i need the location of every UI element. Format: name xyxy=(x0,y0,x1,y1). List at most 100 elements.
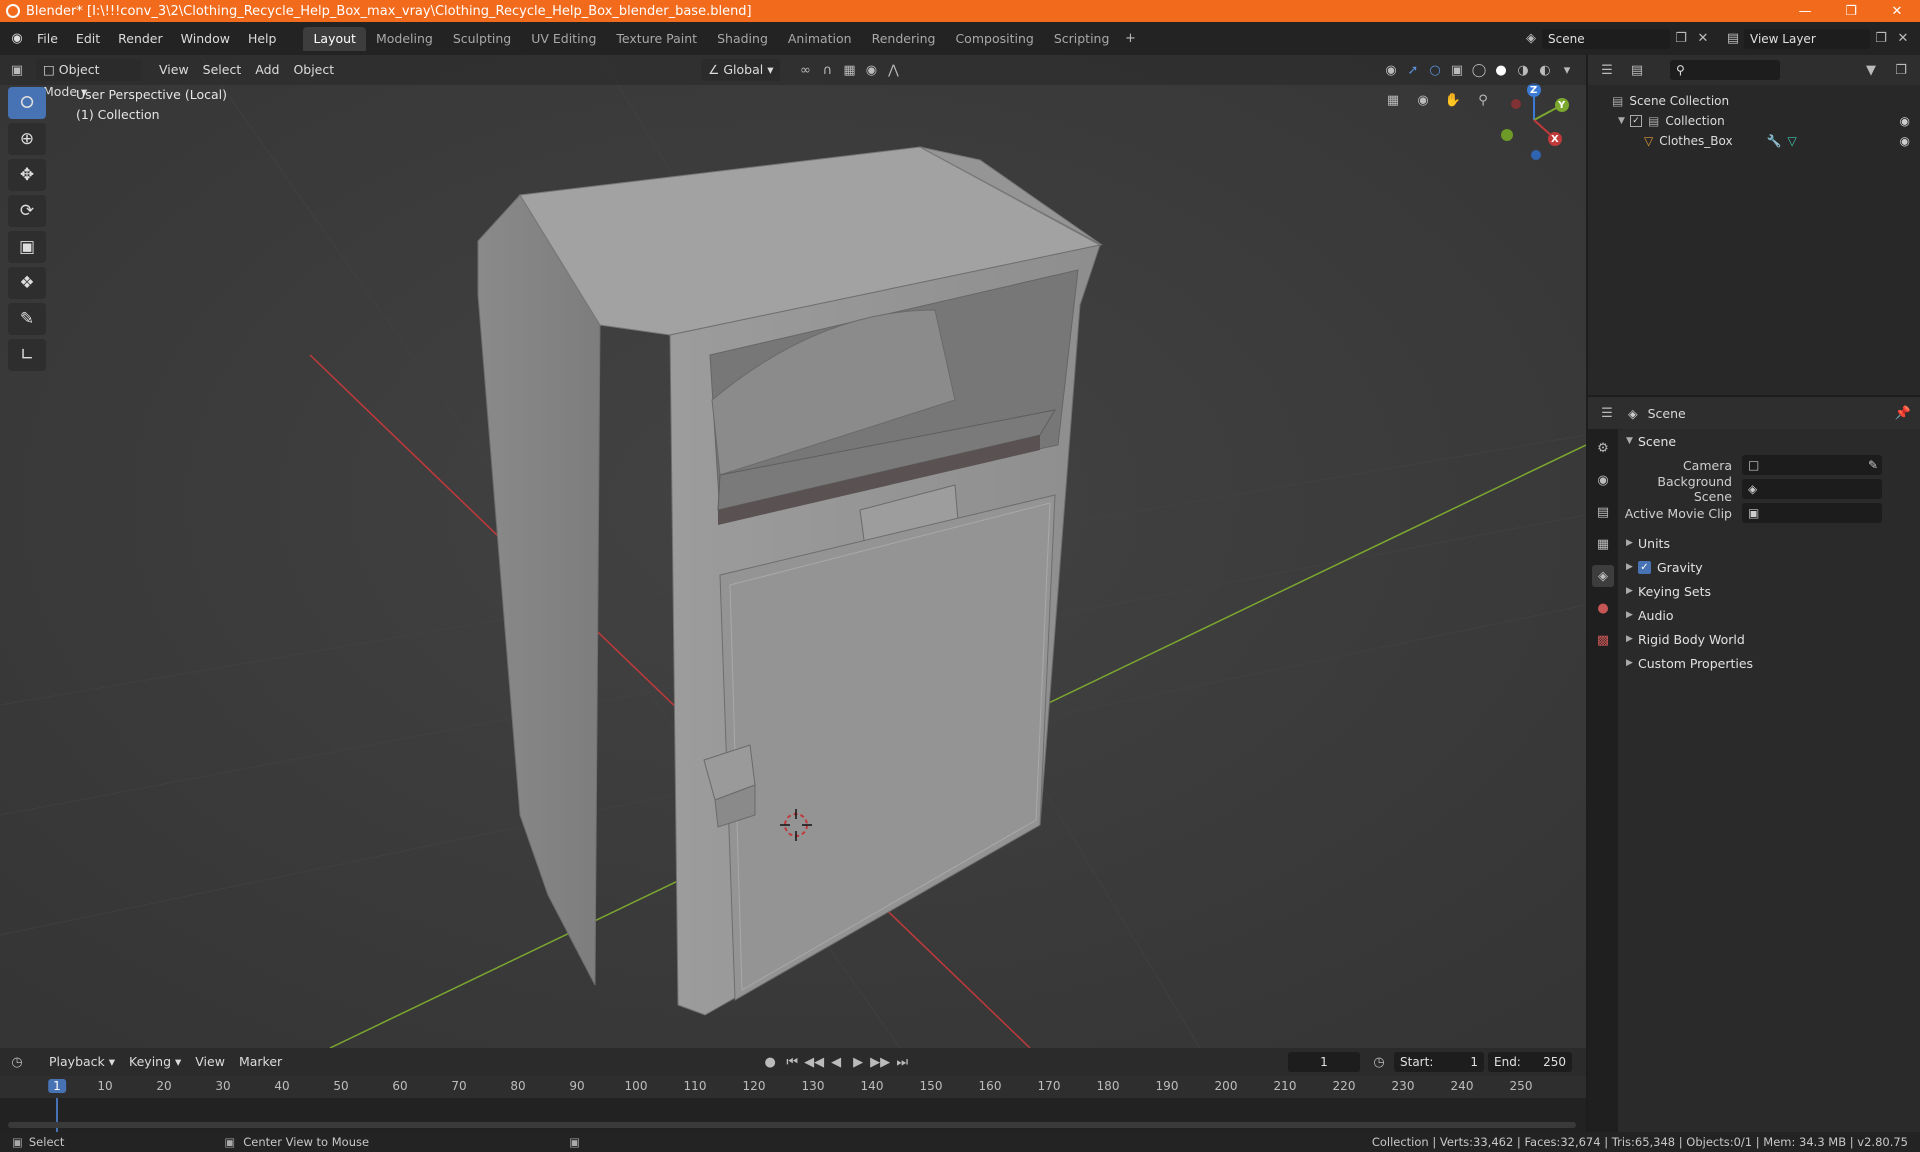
play-icon[interactable]: ▶ xyxy=(847,1051,869,1073)
tool-tab-icon[interactable]: ⚙ xyxy=(1592,437,1614,459)
menu-marker[interactable]: Marker xyxy=(232,1051,289,1073)
mesh-data-icon[interactable]: ▽ xyxy=(1788,134,1797,148)
new-collection-icon[interactable]: ❐ xyxy=(1890,59,1912,81)
tab-shading[interactable]: Shading xyxy=(707,27,778,51)
zoom-icon[interactable]: ⚲ xyxy=(1472,89,1494,111)
jump-end-icon[interactable]: ⏭ xyxy=(891,1051,913,1073)
snap-icon[interactable]: ∩ xyxy=(816,59,838,81)
menu-select[interactable]: Select xyxy=(196,59,249,81)
keying-sets-panel-header[interactable]: ▶ Keying Sets xyxy=(1618,579,1920,603)
scene-selector-icon[interactable]: ◈ xyxy=(1520,28,1542,50)
falloff-icon[interactable]: ⋀ xyxy=(882,59,904,81)
outliner-editor-type-icon[interactable]: ☰ xyxy=(1596,59,1618,81)
rotate-tool-icon[interactable]: ⟳ xyxy=(8,195,46,227)
camera-view-icon[interactable]: ◉ xyxy=(1412,89,1434,111)
menu-object[interactable]: Object xyxy=(286,59,341,81)
active-movie-clip-field[interactable]: ▣ xyxy=(1742,503,1882,523)
tab-texture-paint[interactable]: Texture Paint xyxy=(606,27,707,51)
new-scene-icon[interactable]: ❐ xyxy=(1670,28,1692,50)
audio-panel-header[interactable]: ▶ Audio xyxy=(1618,603,1920,627)
snap-target-icon[interactable]: ▦ xyxy=(838,59,860,81)
object-visibility-icon[interactable]: ◉ xyxy=(1900,134,1910,148)
record-icon[interactable]: ● xyxy=(759,1051,781,1073)
tab-rendering[interactable]: Rendering xyxy=(862,27,946,51)
orientation-selector[interactable]: ∠ Global ▾ xyxy=(701,59,781,81)
rendered-shading-icon[interactable]: ◐ xyxy=(1534,59,1556,81)
tab-uv-editing[interactable]: UV Editing xyxy=(521,27,606,51)
toggle-grid-icon[interactable]: ▦ xyxy=(1382,89,1404,111)
tab-modeling[interactable]: Modeling xyxy=(366,27,443,51)
menu-file[interactable]: File xyxy=(28,27,67,51)
visibility-icon[interactable]: ◉ xyxy=(1380,59,1402,81)
tab-layout[interactable]: Layout xyxy=(303,26,366,51)
world-tab-icon[interactable]: ● xyxy=(1592,597,1614,619)
delete-scene-icon[interactable]: ✕ xyxy=(1692,28,1714,50)
collection-visibility-icon[interactable]: ◉ xyxy=(1900,114,1910,128)
menu-render[interactable]: Render xyxy=(109,27,172,51)
collapse-arrow-icon[interactable]: ▼ xyxy=(1618,116,1630,126)
measure-tool-icon[interactable]: ∟ xyxy=(8,339,46,371)
gizmo-toggle-icon[interactable]: ➚ xyxy=(1402,59,1424,81)
blender-menu-icon[interactable]: ◉ xyxy=(6,28,28,50)
pin-icon[interactable]: 📌 xyxy=(1892,402,1914,424)
select-box-tool-icon[interactable]: ⭘ xyxy=(8,87,46,119)
pivot-icon[interactable]: ∞ xyxy=(794,59,816,81)
output-tab-icon[interactable]: ▤ xyxy=(1592,501,1614,523)
current-frame-field[interactable]: 1 xyxy=(1288,1052,1360,1072)
camera-field[interactable]: □ ✎ xyxy=(1742,455,1882,475)
new-view-layer-icon[interactable]: ❐ xyxy=(1870,28,1892,50)
timeline-ruler[interactable]: 1 10 20 30 40 50 60 70 80 90 100 110 120 130 140 150 160… xyxy=(0,1076,1586,1098)
scene-panel-header[interactable]: ▼ Scene xyxy=(1618,429,1920,453)
preview-range-icon[interactable]: ◷ xyxy=(1368,1051,1390,1073)
filter-icon[interactable]: ▼ xyxy=(1860,59,1882,81)
collection-checkbox[interactable]: ✓ xyxy=(1630,115,1642,127)
close-button[interactable]: ✕ xyxy=(1874,0,1920,22)
next-keyframe-icon[interactable]: ▶▶ xyxy=(869,1051,891,1073)
view-layer-field[interactable]: View Layer xyxy=(1744,28,1870,49)
menu-view[interactable]: View xyxy=(152,59,196,81)
end-frame-field[interactable]: End: 250 xyxy=(1488,1052,1572,1072)
delete-view-layer-icon[interactable]: ✕ xyxy=(1892,28,1914,50)
timeline-editor-type-icon[interactable]: ◷ xyxy=(6,1051,28,1073)
play-reverse-icon[interactable]: ◀ xyxy=(825,1051,847,1073)
gizmo-x-label[interactable]: X xyxy=(1551,134,1559,145)
minimize-button[interactable]: — xyxy=(1782,0,1828,22)
eyedropper-icon[interactable]: ✎ xyxy=(1868,458,1878,472)
gizmo-y-label[interactable]: Y xyxy=(1558,100,1565,111)
wireframe-shading-icon[interactable]: ◯ xyxy=(1468,59,1490,81)
3d-viewport[interactable]: Z Y X ▣ □ Object Mode ▾ View Select Add … xyxy=(0,55,1586,1048)
jump-start-icon[interactable]: ⏮ xyxy=(781,1051,803,1073)
solid-shading-icon[interactable]: ● xyxy=(1490,59,1512,81)
properties-editor-type-icon[interactable]: ☰ xyxy=(1596,402,1618,424)
scale-tool-icon[interactable]: ▣ xyxy=(8,231,46,263)
menu-timeline-view[interactable]: View xyxy=(188,1051,232,1073)
add-workspace-icon[interactable]: + xyxy=(1119,28,1141,50)
prev-keyframe-icon[interactable]: ◀◀ xyxy=(803,1051,825,1073)
editor-type-icon[interactable]: ▣ xyxy=(6,59,28,81)
view-layer-icon[interactable]: ▤ xyxy=(1722,28,1744,50)
clothes-box-row[interactable]: ▽ Clothes_Box 🔧 ▽ ◉ xyxy=(1588,131,1920,151)
menu-window[interactable]: Window xyxy=(172,27,239,51)
view-layer-tab-icon[interactable]: ▦ xyxy=(1592,533,1614,555)
menu-keying[interactable]: Keying ▾ xyxy=(122,1051,188,1073)
scene-collection-row[interactable]: ▤ Scene Collection xyxy=(1588,91,1920,111)
tab-sculpting[interactable]: Sculpting xyxy=(443,27,521,51)
cursor-tool-icon[interactable]: ⊕ xyxy=(8,123,46,155)
xray-icon[interactable]: ▣ xyxy=(1446,59,1468,81)
shading-options-icon[interactable]: ▾ xyxy=(1556,59,1578,81)
timeline-track[interactable] xyxy=(0,1098,1586,1132)
tab-animation[interactable]: Animation xyxy=(778,27,862,51)
modifier-icon[interactable]: 🔧 xyxy=(1767,134,1782,148)
rigid-body-world-panel-header[interactable]: ▶ Rigid Body World xyxy=(1618,627,1920,651)
start-frame-field[interactable]: Start: 1 xyxy=(1394,1052,1484,1072)
transform-tool-icon[interactable]: ❖ xyxy=(8,267,46,299)
menu-help[interactable]: Help xyxy=(239,27,286,51)
mode-selector[interactable]: □ Object Mode ▾ xyxy=(36,59,142,99)
display-mode-icon[interactable]: ▤ xyxy=(1626,59,1648,81)
collection-row[interactable]: ▼ ✓ ▤ Collection ◉ xyxy=(1588,111,1920,131)
outliner-search-input[interactable]: ⚲ xyxy=(1670,60,1780,80)
menu-playback[interactable]: Playback ▾ xyxy=(42,1051,122,1073)
overlay-toggle-icon[interactable]: ○ xyxy=(1424,59,1446,81)
tab-scripting[interactable]: Scripting xyxy=(1044,27,1120,51)
material-shading-icon[interactable]: ◑ xyxy=(1512,59,1534,81)
